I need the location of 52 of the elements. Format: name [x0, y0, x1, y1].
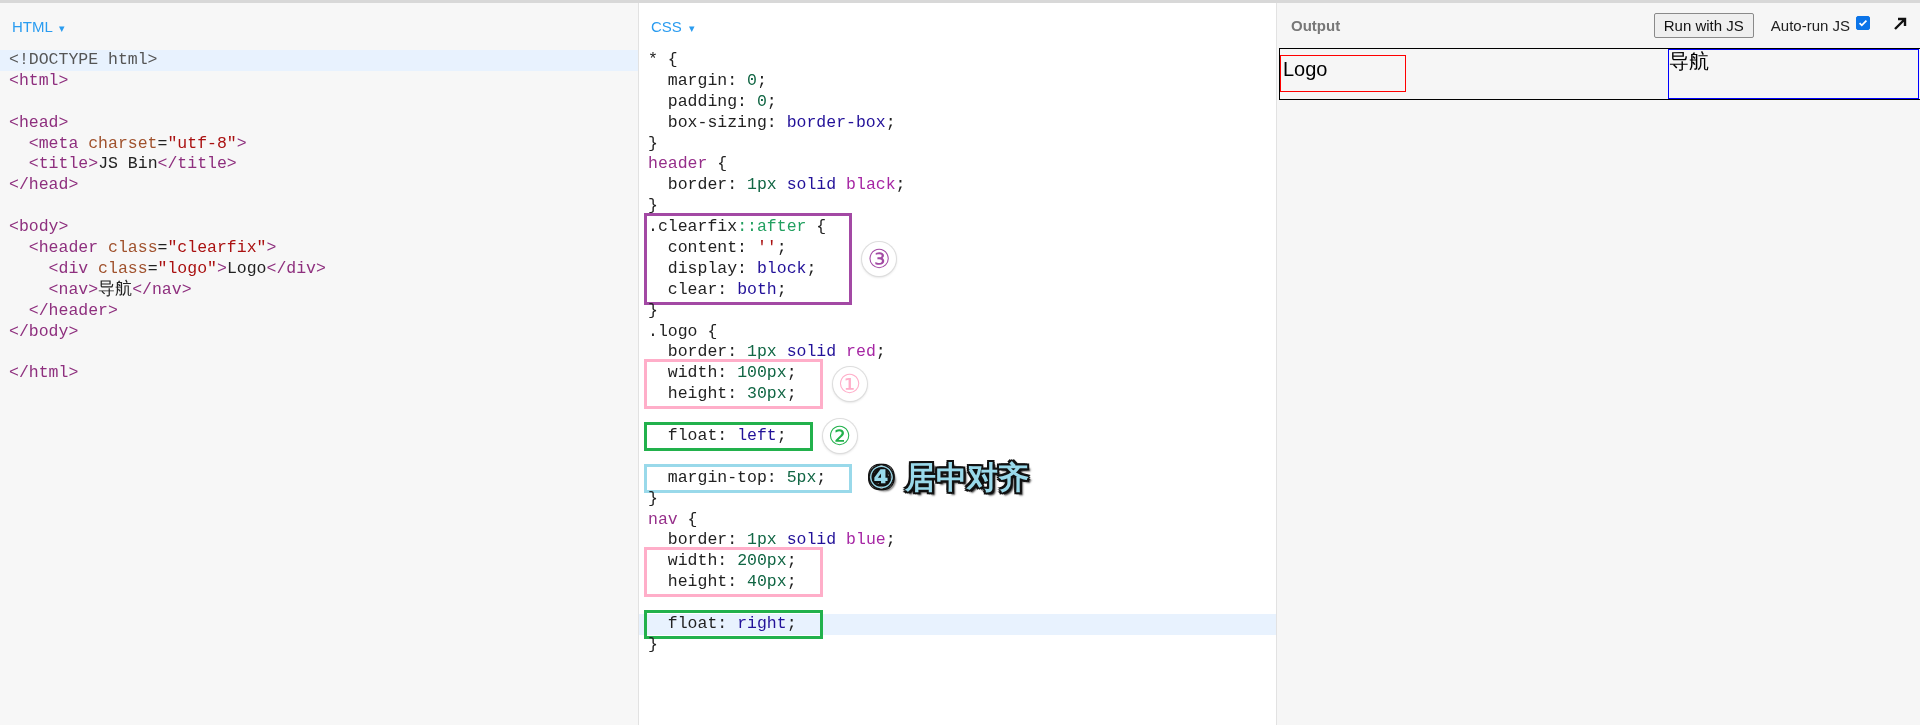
- autorun-label: Auto-run JS: [1770, 17, 1850, 34]
- code-line: <header class="clearfix">: [27, 238, 277, 259]
- code-line: border: 1px solid red;: [666, 342, 886, 364]
- nav-box: 导航: [1668, 49, 1919, 99]
- code-line: }: [648, 634, 658, 656]
- code-line: <title>JS Bin</title>: [27, 154, 237, 176]
- css-tab[interactable]: CSS ▾: [651, 18, 695, 35]
- code-line: </html>: [9, 363, 79, 385]
- code-line: border: 1px solid black;: [666, 175, 906, 197]
- code-line: box-sizing: border-box;: [666, 112, 896, 134]
- code-line: * {: [648, 50, 678, 71]
- code-line: </header>: [27, 300, 118, 322]
- code-line: <!DOCTYPE html>: [9, 50, 158, 71]
- code-line: }: [648, 488, 658, 510]
- code-line: float: right;: [666, 614, 797, 635]
- code-line: <html>: [9, 70, 69, 92]
- code-line: float: left;: [666, 426, 787, 447]
- step-badge: ②: [822, 419, 857, 454]
- diagonal-arrow-icon[interactable]: [1892, 15, 1908, 32]
- autorun-checkbox[interactable]: [1856, 15, 1870, 30]
- code-line: <head>: [9, 112, 69, 134]
- code-line: <body>: [9, 217, 69, 238]
- step-badge: ①: [832, 367, 867, 402]
- code-line: width: 100px;: [666, 363, 797, 385]
- output-label: Output: [1291, 17, 1341, 34]
- html-tab[interactable]: HTML ▾: [12, 18, 66, 35]
- code-line: padding: 0;: [666, 91, 777, 113]
- code-line: clear: both;: [666, 279, 787, 301]
- code-line: content: '';: [666, 238, 787, 259]
- code-line: <div class="logo">Logo</div>: [47, 258, 326, 279]
- code-line: .logo {: [648, 321, 718, 343]
- code-line: margin: 0;: [666, 70, 767, 92]
- code-line: nav {: [648, 509, 698, 531]
- code-line: .clearfix::after {: [648, 217, 827, 238]
- annotation-caption: ④ 居中对齐: [868, 459, 1030, 497]
- code-line: </body>: [9, 321, 79, 343]
- code-line: }: [648, 300, 658, 322]
- logo-box: Logo: [1280, 55, 1406, 92]
- code-line: height: 40px;: [666, 572, 797, 594]
- code-line: <meta charset="utf-8">: [27, 133, 247, 155]
- code-line: margin-top: 5px;: [666, 467, 827, 489]
- code-line: <nav>导航</nav>: [47, 279, 192, 301]
- code-line: }: [648, 133, 658, 155]
- code-line: display: block;: [666, 258, 817, 280]
- code-line: height: 30px;: [666, 384, 797, 406]
- code-line: }: [648, 196, 658, 218]
- code-line: width: 200px;: [666, 551, 797, 573]
- code-line: border: 1px solid blue;: [666, 530, 896, 552]
- run-button[interactable]: Run with JS: [1653, 13, 1754, 38]
- step-badge: ③: [862, 241, 897, 276]
- code-line: header {: [648, 154, 728, 176]
- code-line: </head>: [9, 175, 79, 197]
